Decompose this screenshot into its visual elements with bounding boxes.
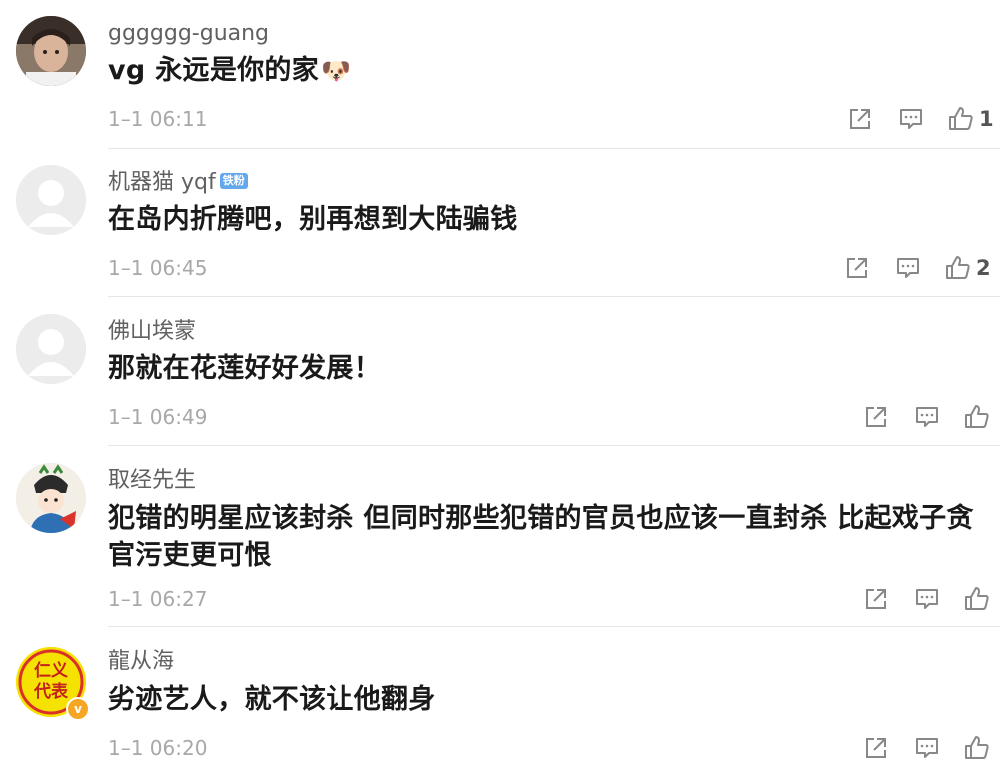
comment-text: 劣迹艺人，就不该让他翻身 — [108, 684, 436, 715]
like-count: 1 — [979, 107, 994, 131]
avatar[interactable] — [16, 165, 86, 235]
thumbs-up-icon[interactable] — [963, 403, 991, 431]
timestamp: 1–1 06:20 — [108, 736, 208, 760]
share-icon[interactable] — [862, 585, 890, 613]
share-icon[interactable] — [843, 254, 871, 282]
comment-icon[interactable] — [897, 105, 925, 133]
username-text: 机器猫 yqf — [108, 170, 216, 195]
default-avatar-icon — [16, 165, 86, 235]
avatar[interactable] — [16, 463, 86, 533]
comment-text: 犯错的明星应该封杀 但同时那些犯错的官员也应该一直封杀 比起戏子贪官污吏更可恨 — [108, 503, 974, 571]
timestamp: 1–1 06:11 — [108, 107, 208, 131]
comment-icon[interactable] — [913, 734, 941, 762]
comment-text: vg 永远是你的家🐶 — [108, 52, 988, 90]
like-count: 2 — [976, 256, 991, 280]
comment-text: 在岛内折腾吧，别再想到大陆骗钱 — [108, 204, 518, 235]
username[interactable]: 取经先生 — [108, 467, 196, 495]
divider — [108, 445, 1000, 446]
thumbs-up-icon[interactable] — [947, 105, 975, 133]
username[interactable]: gggggg-guang — [108, 20, 269, 48]
share-icon[interactable] — [846, 105, 874, 133]
comment-text-content: vg 永远是你的家 — [108, 55, 320, 86]
comment-item: gggggg-guang vg 永远是你的家🐶 1–1 06:11 1 — [0, 0, 1000, 150]
comment-item: 机器猫 yqf 铁粉 在岛内折腾吧，别再想到大陆骗钱 1–1 06:45 2 — [0, 149, 1000, 298]
avatar-logo-text: 仁义代表 — [34, 661, 68, 702]
comment-item: 佛山埃蒙 那就在花莲好好发展！ 1–1 06:49 — [0, 298, 1000, 447]
thumbs-up-icon[interactable] — [963, 585, 991, 613]
timestamp: 1–1 06:27 — [108, 587, 208, 611]
comment-item: 取经先生 犯错的明星应该封杀 但同时那些犯错的官员也应该一直封杀 比起戏子贪官污… — [0, 447, 1000, 627]
username[interactable]: 龍从海 — [108, 648, 174, 676]
default-avatar-icon — [16, 314, 86, 384]
username[interactable]: 机器猫 yqf 铁粉 — [108, 169, 248, 197]
divider — [108, 296, 1000, 297]
verified-badge-icon: v — [66, 697, 90, 721]
comment-text: 那就在花莲好好发展！ — [108, 353, 381, 384]
comment-icon[interactable] — [913, 585, 941, 613]
comment-icon[interactable] — [894, 254, 922, 282]
avatar[interactable] — [16, 16, 86, 86]
timestamp: 1–1 06:45 — [108, 256, 208, 280]
fan-badge: 铁粉 — [219, 173, 248, 189]
timestamp: 1–1 06:49 — [108, 405, 208, 429]
avatar[interactable] — [16, 314, 86, 384]
thumbs-up-icon[interactable] — [963, 734, 991, 762]
share-icon[interactable] — [862, 403, 890, 431]
comment-item: 仁义代表 v 龍从海 劣迹艺人，就不该让他翻身 1–1 06:20 — [0, 627, 1000, 774]
share-icon[interactable] — [862, 734, 890, 762]
username[interactable]: 佛山埃蒙 — [108, 318, 196, 346]
thumbs-up-icon[interactable] — [944, 254, 972, 282]
comment-icon[interactable] — [913, 403, 941, 431]
doge-emoji-icon: 🐶 — [321, 57, 352, 85]
